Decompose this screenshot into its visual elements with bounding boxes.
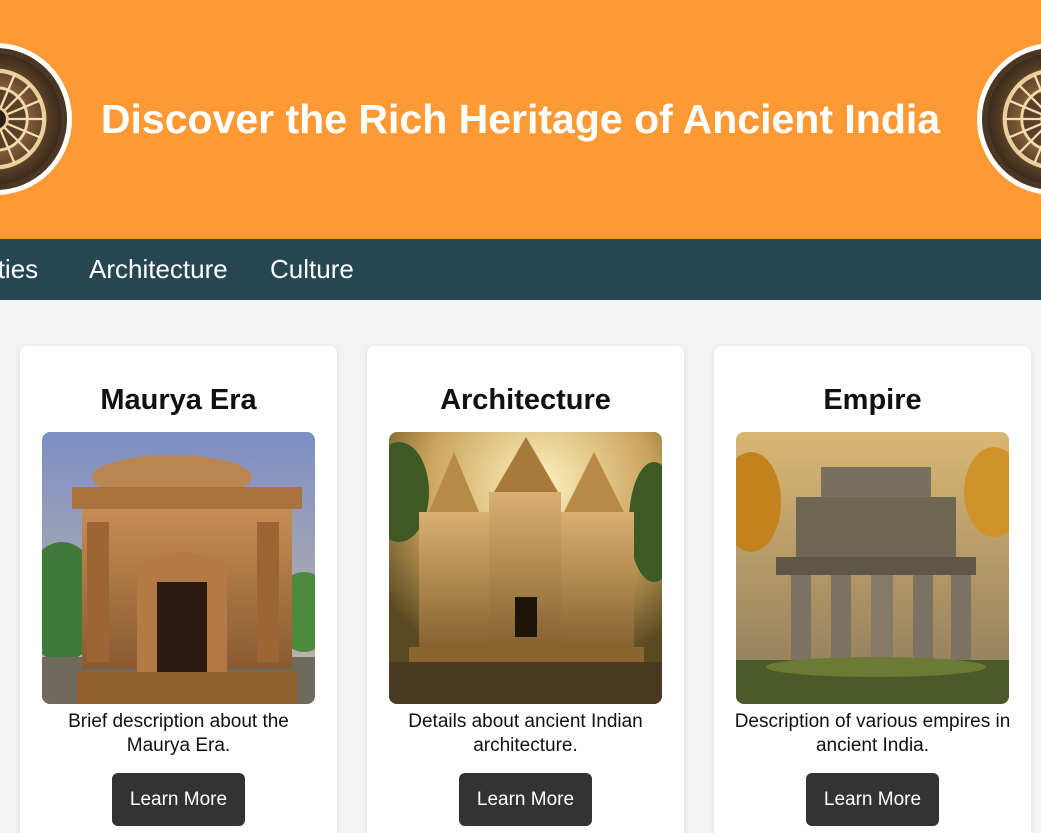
card-description: Brief description about the Maurya Era. xyxy=(68,711,289,756)
card-description: Description of various empires in ancien… xyxy=(734,711,1011,756)
learn-more-button[interactable]: Learn More xyxy=(459,773,592,826)
card-maurya-era: Maurya Era Brief description about the M… xyxy=(20,346,337,833)
learn-more-button[interactable]: Learn More xyxy=(806,773,939,826)
main-nav: Dynasties Architecture Culture xyxy=(0,239,1041,300)
golden-temple-towers-image xyxy=(389,432,662,704)
card-title: Maurya Era xyxy=(100,384,257,416)
columned-ruins-image xyxy=(736,432,1009,704)
card-description: Details about ancient Indian architectur… xyxy=(408,711,643,756)
card-empire: Empire Description of various empires in… xyxy=(714,346,1031,833)
page-title: Discover the Rich Heritage of Ancient In… xyxy=(100,96,941,142)
learn-more-button[interactable]: Learn More xyxy=(112,773,245,826)
nav-item-culture[interactable]: Culture xyxy=(270,253,354,285)
nav-item-architecture[interactable]: Architecture xyxy=(89,253,228,285)
nav-item-dynasties[interactable]: Dynasties xyxy=(0,253,38,285)
site-header: Discover the Rich Heritage of Ancient In… xyxy=(0,0,1041,239)
ancient-stone-shrine-image xyxy=(42,432,315,704)
card-architecture: Architecture Details about ancient India… xyxy=(367,346,684,833)
wheel-emblem-icon xyxy=(977,43,1041,195)
card-title: Empire xyxy=(823,384,922,416)
card-title: Architecture xyxy=(440,384,611,416)
